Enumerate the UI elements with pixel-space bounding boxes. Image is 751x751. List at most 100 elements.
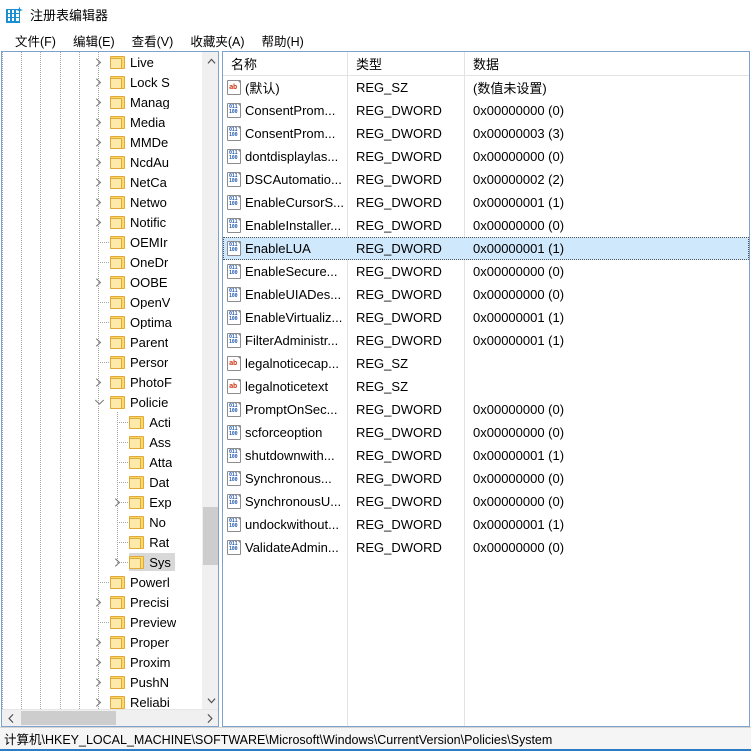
tree-item-lock-s[interactable]: Lock S bbox=[2, 72, 218, 92]
tree-item-content[interactable]: Rat bbox=[129, 533, 173, 551]
chevron-right-icon[interactable] bbox=[92, 92, 106, 112]
chevron-right-icon[interactable] bbox=[111, 492, 125, 512]
tree-item-content[interactable]: OpenV bbox=[110, 293, 174, 311]
chevron-down-icon[interactable] bbox=[92, 392, 106, 412]
tree-item-proxim[interactable]: Proxim bbox=[2, 652, 218, 672]
registry-value-row[interactable]: 011100EnableUIADes...REG_DWORD0x00000000… bbox=[223, 283, 749, 306]
registry-value-row[interactable]: 011100ConsentProm...REG_DWORD0x00000000 … bbox=[223, 99, 749, 122]
tree-item-content[interactable]: Powerl bbox=[110, 573, 174, 591]
chevron-right-icon[interactable] bbox=[92, 692, 106, 709]
chevron-right-icon[interactable] bbox=[92, 652, 106, 672]
tree-item-content[interactable]: MMDe bbox=[110, 133, 172, 151]
chevron-right-icon[interactable] bbox=[92, 132, 106, 152]
tree-item-content[interactable]: PushN bbox=[110, 673, 173, 691]
tree-item-content[interactable]: Live bbox=[110, 53, 158, 71]
tree-item-content[interactable]: Persor bbox=[110, 353, 172, 371]
menu-edit[interactable]: 编辑(E) bbox=[65, 29, 124, 52]
tree-item-notific[interactable]: Notific bbox=[2, 212, 218, 232]
registry-value-row[interactable]: 011100EnableVirtualiz...REG_DWORD0x00000… bbox=[223, 306, 749, 329]
registry-value-row[interactable]: 011100ConsentProm...REG_DWORD0x00000003 … bbox=[223, 122, 749, 145]
registry-tree-viewport[interactable]: LiveLock SManagMediaMMDeNcdAuNetCaNetwoN… bbox=[2, 52, 218, 709]
tree-item-content[interactable]: OOBE bbox=[110, 273, 172, 291]
tree-item-content[interactable]: Proper bbox=[110, 633, 173, 651]
registry-value-row[interactable]: 011100PromptOnSec...REG_DWORD0x00000000 … bbox=[223, 398, 749, 421]
tree-scroll-left-arrow[interactable] bbox=[2, 710, 19, 726]
tree-vertical-scrollbar[interactable] bbox=[202, 52, 218, 709]
registry-value-row[interactable]: 011100ValidateAdmin...REG_DWORD0x0000000… bbox=[223, 536, 749, 559]
chevron-right-icon[interactable] bbox=[92, 272, 106, 292]
menu-help[interactable]: 帮助(H) bbox=[253, 29, 312, 52]
registry-value-row[interactable]: 011100Synchronous...REG_DWORD0x00000000 … bbox=[223, 467, 749, 490]
tree-item-content[interactable]: Exp bbox=[129, 493, 175, 511]
tree-item-content[interactable]: Sys bbox=[129, 553, 175, 571]
tree-item-oobe[interactable]: OOBE bbox=[2, 272, 218, 292]
chevron-right-icon[interactable] bbox=[92, 172, 106, 192]
chevron-right-icon[interactable] bbox=[111, 552, 125, 572]
tree-item-content[interactable]: Manag bbox=[110, 93, 174, 111]
tree-item-no[interactable]: No bbox=[2, 512, 218, 532]
tree-item-pushn[interactable]: PushN bbox=[2, 672, 218, 692]
registry-value-row[interactable]: ab(默认)REG_SZ(数值未设置) bbox=[223, 76, 749, 99]
tree-item-content[interactable]: Precisi bbox=[110, 593, 173, 611]
tree-item-atta[interactable]: Atta bbox=[2, 452, 218, 472]
registry-value-row[interactable]: 011100EnableLUAREG_DWORD0x00000001 (1) bbox=[223, 237, 749, 260]
tree-item-persor[interactable]: Persor bbox=[2, 352, 218, 372]
tree-item-content[interactable]: OEMIr bbox=[110, 233, 172, 251]
column-header-data[interactable]: 数据 bbox=[464, 52, 749, 75]
tree-item-content[interactable]: Atta bbox=[129, 453, 176, 471]
tree-scroll-right-arrow[interactable] bbox=[201, 710, 218, 726]
tree-item-netca[interactable]: NetCa bbox=[2, 172, 218, 192]
tree-item-precisi[interactable]: Precisi bbox=[2, 592, 218, 612]
tree-item-content[interactable]: Dat bbox=[129, 473, 173, 491]
column-header-name[interactable]: 名称 bbox=[223, 52, 347, 75]
tree-scroll-down-arrow[interactable] bbox=[203, 692, 218, 709]
tree-item-openv[interactable]: OpenV bbox=[2, 292, 218, 312]
chevron-right-icon[interactable] bbox=[92, 212, 106, 232]
tree-item-oemir[interactable]: OEMIr bbox=[2, 232, 218, 252]
tree-item-content[interactable]: Parent bbox=[110, 333, 172, 351]
tree-item-manag[interactable]: Manag bbox=[2, 92, 218, 112]
tree-item-photof[interactable]: PhotoF bbox=[2, 372, 218, 392]
tree-item-content[interactable]: OneDr bbox=[110, 253, 172, 271]
tree-scroll-up-arrow[interactable] bbox=[203, 52, 218, 69]
tree-hscroll-thumb[interactable] bbox=[21, 711, 116, 725]
tree-item-preview[interactable]: Preview bbox=[2, 612, 218, 632]
tree-item-media[interactable]: Media bbox=[2, 112, 218, 132]
tree-item-content[interactable]: Reliabi bbox=[110, 693, 174, 709]
tree-horizontal-scrollbar[interactable] bbox=[2, 709, 218, 726]
tree-item-proper[interactable]: Proper bbox=[2, 632, 218, 652]
tree-item-acti[interactable]: Acti bbox=[2, 412, 218, 432]
tree-item-content[interactable]: Proxim bbox=[110, 653, 174, 671]
tree-item-content[interactable]: NcdAu bbox=[110, 153, 173, 171]
tree-item-optima[interactable]: Optima bbox=[2, 312, 218, 332]
chevron-right-icon[interactable] bbox=[92, 332, 106, 352]
registry-value-row[interactable]: 011100shutdownwith...REG_DWORD0x00000001… bbox=[223, 444, 749, 467]
tree-item-content[interactable]: NetCa bbox=[110, 173, 171, 191]
tree-item-parent[interactable]: Parent bbox=[2, 332, 218, 352]
tree-item-exp[interactable]: Exp bbox=[2, 492, 218, 512]
registry-value-row[interactable]: 011100dontdisplaylas...REG_DWORD0x000000… bbox=[223, 145, 749, 168]
tree-item-content[interactable]: Media bbox=[110, 113, 169, 131]
tree-scroll-thumb[interactable] bbox=[203, 507, 218, 565]
menu-file[interactable]: 文件(F) bbox=[7, 29, 65, 52]
tree-item-policie[interactable]: Policie bbox=[2, 392, 218, 412]
registry-value-row[interactable]: 011100undockwithout...REG_DWORD0x0000000… bbox=[223, 513, 749, 536]
tree-item-live[interactable]: Live bbox=[2, 52, 218, 72]
registry-value-row[interactable]: 011100EnableCursorS...REG_DWORD0x0000000… bbox=[223, 191, 749, 214]
chevron-right-icon[interactable] bbox=[92, 192, 106, 212]
chevron-right-icon[interactable] bbox=[92, 592, 106, 612]
tree-item-content[interactable]: Preview bbox=[110, 613, 180, 631]
menu-view[interactable]: 查看(V) bbox=[124, 29, 183, 52]
registry-value-row[interactable]: ablegalnoticecap...REG_SZ bbox=[223, 352, 749, 375]
tree-item-rat[interactable]: Rat bbox=[2, 532, 218, 552]
tree-item-mmde[interactable]: MMDe bbox=[2, 132, 218, 152]
chevron-right-icon[interactable] bbox=[92, 72, 106, 92]
tree-item-content[interactable]: Netwo bbox=[110, 193, 171, 211]
menu-favorites[interactable]: 收藏夹(A) bbox=[182, 29, 253, 52]
tree-item-ncdau[interactable]: NcdAu bbox=[2, 152, 218, 172]
registry-value-row[interactable]: 011100DSCAutomatio...REG_DWORD0x00000002… bbox=[223, 168, 749, 191]
chevron-right-icon[interactable] bbox=[92, 372, 106, 392]
tree-item-powerl[interactable]: Powerl bbox=[2, 572, 218, 592]
registry-values-list[interactable]: ab(默认)REG_SZ(数值未设置)011100ConsentProm...R… bbox=[223, 76, 749, 726]
tree-item-reliabi[interactable]: Reliabi bbox=[2, 692, 218, 709]
